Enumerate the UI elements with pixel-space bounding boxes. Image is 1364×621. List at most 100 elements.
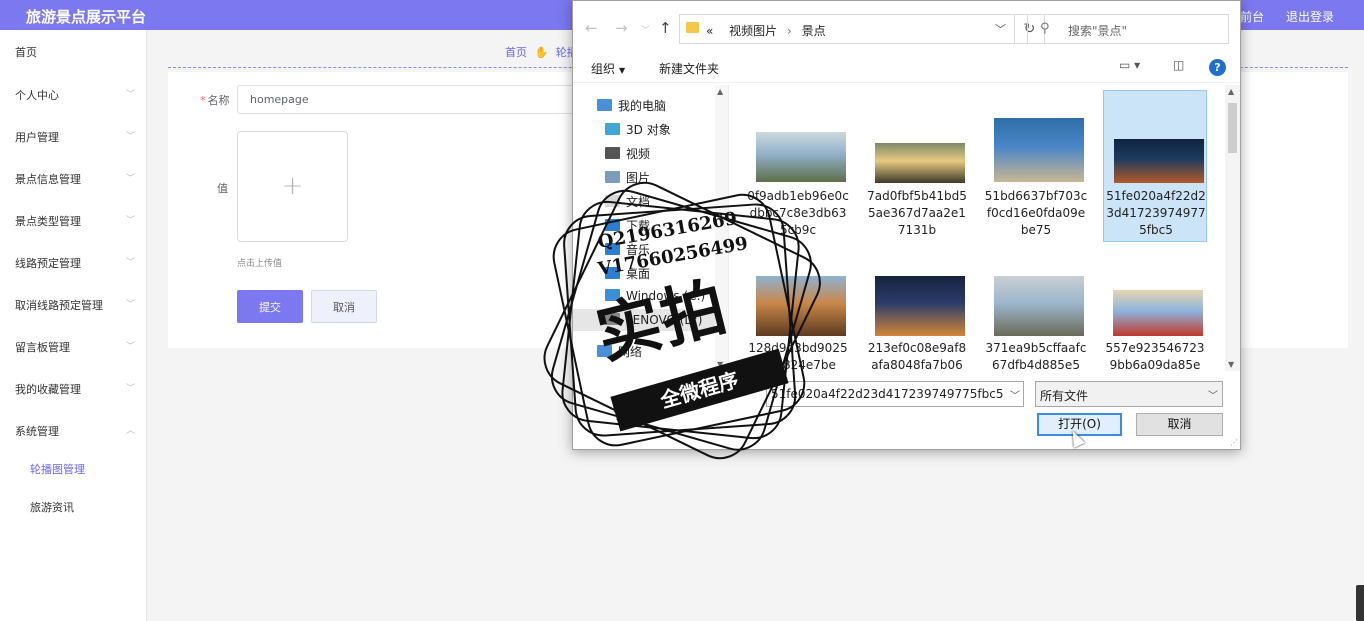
frontend-link[interactable]: 前台 xyxy=(1240,10,1264,24)
file-thumbnail xyxy=(994,118,1084,182)
sidebar-item-attraction-info[interactable]: 景点信息管理 ﹀ xyxy=(15,171,135,187)
file-name: 0f9adb1eb96e0cdbbc7c8e3db635cb9c xyxy=(747,189,849,237)
tree-item-documents[interactable]: 文档 xyxy=(605,193,650,210)
chevron-down-icon: ﹀ xyxy=(125,342,135,352)
view-options-icon[interactable]: ▭ ▾ xyxy=(1119,58,1140,72)
chevron-down-icon[interactable]: ﹀ xyxy=(1010,387,1020,402)
chevron-up-icon: ︿ xyxy=(125,426,135,436)
tree-item-video[interactable]: 视频 xyxy=(605,145,650,162)
video-icon xyxy=(605,147,620,159)
file-tile-selected[interactable]: 51fe020a4f22d23d417239749775fbc5 xyxy=(1103,90,1207,242)
chevron-down-icon: ﹀ xyxy=(125,258,135,268)
file-name: 557e9235467239bb6a09da85e xyxy=(1105,341,1205,371)
filename-input[interactable]: 51fe020a4f22d23d417239749775fbc5 ﹀ xyxy=(766,381,1024,407)
chevron-down-icon: ﹀ xyxy=(125,384,135,394)
documents-icon xyxy=(605,195,620,207)
computer-icon xyxy=(597,99,612,111)
sidebar-item-route-booking[interactable]: 线路预定管理 ﹀ xyxy=(15,255,135,271)
file-tile[interactable]: 213ef0c08e9af8afa8048fa7b06 xyxy=(865,250,969,371)
scroll-down-icon[interactable]: ▼ xyxy=(1228,360,1234,369)
sidebar-item-system[interactable]: 系统管理 ︿ xyxy=(15,423,135,439)
plus-icon: + xyxy=(281,171,304,201)
file-tile[interactable]: 371ea9b5cffaafc67dfb4d885e5 xyxy=(984,250,1088,371)
chevron-down-icon: ﹀ xyxy=(125,174,135,184)
sidebar-item-message-board[interactable]: 留言板管理 ﹀ xyxy=(15,339,135,355)
sidebar-item-user-management[interactable]: 用户管理 ﹀ xyxy=(15,129,135,145)
tree-item-pictures[interactable]: 图片 xyxy=(605,169,650,186)
sidebar-item-personal-center[interactable]: 个人中心 ﹀ xyxy=(15,87,135,103)
file-scrollbar[interactable]: ▲ ▼ xyxy=(1225,85,1240,371)
file-thumbnail xyxy=(875,143,965,183)
file-tile[interactable]: 557e9235467239bb6a09da85e xyxy=(1103,250,1207,371)
file-tile[interactable]: 51bd6637bf703cf0cd16e0fda09ebe75 xyxy=(984,90,1088,242)
file-name: 7ad0fbf5b41bd55ae367d7aa2e17131b xyxy=(867,189,967,237)
forward-arrow-icon[interactable]: → xyxy=(615,19,628,37)
command-bar: 组织 ▼ 新建文件夹 ▭ ▾ ◫ ? xyxy=(573,53,1240,83)
sidebar-subitem-carousel[interactable]: 轮播图管理 xyxy=(30,461,85,477)
tree-item-computer[interactable]: 我的电脑 xyxy=(597,97,666,114)
dialog-cancel-button[interactable]: 取消 xyxy=(1136,413,1223,436)
chevron-down-icon[interactable]: ﹀ xyxy=(1208,387,1218,402)
sidebar-subitem-travel-news[interactable]: 旅游资讯 xyxy=(30,499,74,515)
app-title: 旅游景点展示平台 xyxy=(26,8,147,26)
cancel-button[interactable]: 取消 xyxy=(311,290,377,323)
chevron-down-icon: ﹀ xyxy=(125,300,135,310)
scroll-up-icon[interactable]: ▲ xyxy=(1228,87,1234,96)
scroll-thumb[interactable] xyxy=(1228,103,1237,153)
sidebar-item-cancel-booking[interactable]: 取消线路预定管理 ﹀ xyxy=(15,297,135,313)
dialog-toolbar: ← → ﹀ ↑ « 视频图片 › 景点 ﹀ ↻ ⚲ 搜索"景点" xyxy=(573,1,1240,49)
recent-dropdown-icon[interactable]: ﹀ xyxy=(641,23,650,36)
back-arrow-icon[interactable]: ← xyxy=(585,19,598,37)
sidebar-item-home[interactable]: 首页 xyxy=(15,44,135,60)
file-tile[interactable]: 0f9adb1eb96e0cdbbc7c8e3db635cb9c xyxy=(746,90,850,242)
file-name: 371ea9b5cffaafc67dfb4d885e5 xyxy=(985,341,1087,371)
3d-objects-icon xyxy=(605,123,620,135)
side-handle[interactable] xyxy=(1356,585,1364,621)
file-thumbnail xyxy=(756,276,846,336)
file-thumbnail xyxy=(994,276,1084,336)
sidebar-item-favorites[interactable]: 我的收藏管理 ﹀ xyxy=(15,381,135,397)
file-thumbnail xyxy=(1113,290,1203,336)
upload-tip: 点击上传值 xyxy=(237,259,283,269)
file-name: 51bd6637bf703cf0cd16e0fda09ebe75 xyxy=(984,189,1088,237)
file-name: 213ef0c08e9af8afa8048fa7b06 xyxy=(867,341,967,371)
sidebar xyxy=(0,30,147,621)
chevron-down-icon: ﹀ xyxy=(125,216,135,226)
hand-icon: ✋ xyxy=(534,46,549,59)
search-placeholder: 搜索"景点" xyxy=(1068,24,1128,38)
tree-item-3d[interactable]: 3D 对象 xyxy=(605,121,671,138)
submit-button[interactable]: 提交 xyxy=(237,290,303,323)
file-thumbnail xyxy=(1114,139,1204,183)
chevron-down-icon[interactable]: ﹀ xyxy=(995,21,1006,37)
pictures-icon xyxy=(605,171,620,183)
file-thumbnail xyxy=(756,132,846,182)
breadcrumb: 首页 ✋ 轮播 xyxy=(505,44,578,60)
name-input[interactable] xyxy=(237,85,577,114)
file-tile[interactable]: 7ad0fbf5b41bd55ae367d7aa2e17131b xyxy=(865,90,969,242)
logout-link[interactable]: 退出登录 xyxy=(1286,10,1334,24)
new-folder-button[interactable]: 新建文件夹 xyxy=(659,60,719,77)
organize-button[interactable]: 组织 ▼ xyxy=(591,60,625,77)
file-name: 51fe020a4f22d23d417239749775fbc5 xyxy=(1106,189,1206,237)
address-bar[interactable]: « 视频图片 › 景点 ﹀ xyxy=(679,14,1015,44)
folder-icon xyxy=(686,22,699,33)
scroll-up-icon[interactable]: ▲ xyxy=(717,87,723,96)
file-list: 0f9adb1eb96e0cdbbc7c8e3db635cb9c 7ad0fbf… xyxy=(731,85,1226,371)
value-label: 值 xyxy=(217,182,228,195)
up-arrow-icon[interactable]: ↑ xyxy=(659,19,672,37)
name-label: * 名称 xyxy=(200,94,230,107)
sidebar-item-attraction-type[interactable]: 景点类型管理 ﹀ xyxy=(15,213,135,229)
chevron-down-icon: ﹀ xyxy=(125,132,135,142)
path-segment[interactable]: 景点 xyxy=(802,24,826,38)
filetype-select[interactable]: 所有文件 ﹀ xyxy=(1035,381,1223,407)
image-uploader[interactable]: + xyxy=(237,131,348,242)
file-thumbnail xyxy=(875,276,965,336)
chevron-down-icon: ﹀ xyxy=(125,90,135,100)
search-box[interactable]: ⚲ 搜索"景点" xyxy=(1027,14,1229,44)
preview-pane-icon[interactable]: ◫ xyxy=(1173,58,1184,72)
breadcrumb-home[interactable]: 首页 xyxy=(505,46,527,59)
help-icon[interactable]: ? xyxy=(1209,59,1226,76)
path-segment[interactable]: 视频图片 xyxy=(729,24,777,38)
resize-grip-icon[interactable]: ⋰ xyxy=(1230,438,1238,447)
search-icon: ⚲ xyxy=(1040,21,1050,36)
